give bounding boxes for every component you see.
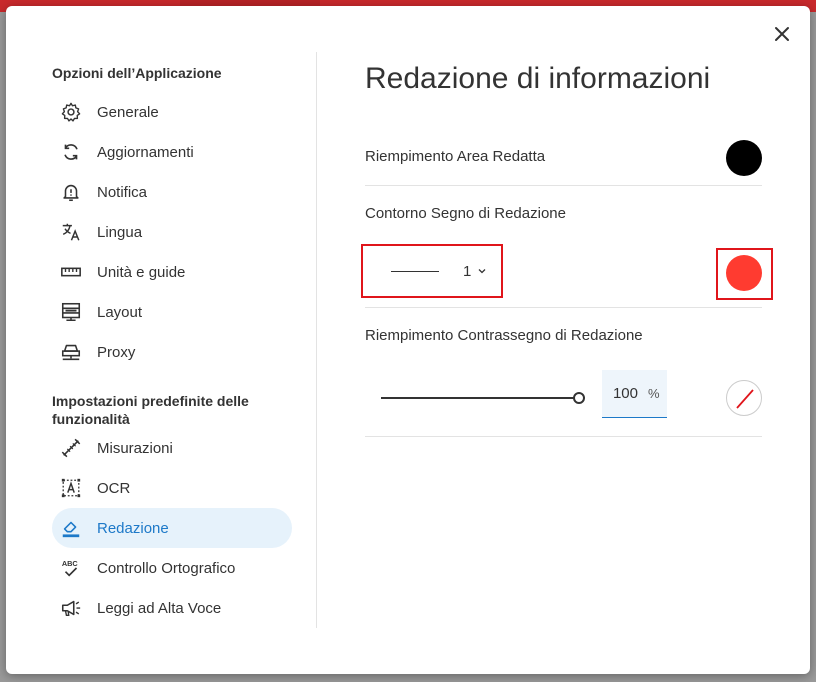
measure-icon	[60, 437, 82, 459]
spellcheck-icon: ABC	[60, 557, 82, 579]
sidebar-item-aggiornamenti[interactable]: Aggiornamenti	[52, 132, 292, 172]
eraser-icon	[60, 517, 82, 539]
sidebar-item-label: Aggiornamenti	[97, 143, 194, 161]
sidebar-item-ocr[interactable]: OCR	[52, 468, 292, 508]
sidebar-item-label: Unità e guide	[97, 263, 186, 281]
sidebar-item-label: Proxy	[97, 343, 136, 361]
layout-icon	[60, 301, 82, 323]
opacity-field: %	[602, 370, 667, 418]
mark-fill-color-swatch[interactable]	[726, 380, 762, 416]
stroke-width-value: 1	[463, 262, 472, 280]
translate-icon	[60, 221, 82, 243]
mark-fill-label: Riempimento Contrassegno di Redazione	[365, 327, 643, 344]
svg-text:ABC: ABC	[62, 559, 79, 568]
sidebar-item-redazione[interactable]: Redazione	[52, 508, 292, 548]
sidebar-item-label: Leggi ad Alta Voce	[97, 599, 222, 617]
bell-icon	[60, 181, 82, 203]
opacity-unit: %	[648, 386, 660, 401]
sidebar-item-label: Lingua	[97, 223, 143, 241]
ruler-icon	[60, 261, 82, 283]
sidebar-item-unita-e-guide[interactable]: Unità e guide	[52, 252, 292, 292]
gear-icon	[60, 101, 82, 123]
sidebar-item-leggi-ad-alta-voce[interactable]: Leggi ad Alta Voce	[52, 588, 292, 628]
sidebar-item-label: Redazione	[97, 519, 169, 537]
ocr-icon	[60, 477, 82, 499]
close-icon	[775, 27, 789, 41]
outline-label: Contorno Segno di Redazione	[365, 205, 566, 222]
sidebar-item-lingua[interactable]: Lingua	[52, 212, 292, 252]
opacity-input[interactable]	[602, 385, 638, 402]
sidebar-item-label: OCR	[97, 479, 131, 497]
opacity-slider-thumb[interactable]	[573, 392, 585, 404]
page-title: Redazione di informazioni	[365, 62, 711, 95]
opacity-slider[interactable]	[381, 390, 585, 406]
row-divider	[365, 436, 762, 437]
sidebar-item-label: Generale	[97, 103, 159, 121]
sidebar-item-label: Layout	[97, 303, 143, 321]
section-title-feature-defaults: Impostazioni predefinite delle funzional…	[52, 393, 249, 427]
sidebar-item-misurazioni[interactable]: Misurazioni	[52, 428, 292, 468]
stroke-preview-line	[391, 270, 439, 272]
row-divider	[365, 185, 762, 186]
chevron-down-icon	[477, 266, 487, 276]
sidebar-item-proxy[interactable]: Proxy	[52, 332, 292, 372]
sidebar-item-notifica[interactable]: Notifica	[52, 172, 292, 212]
sync-icon	[60, 141, 82, 163]
section-title-app-options: Opzioni dell’Applicazione	[52, 65, 222, 81]
sidebar-item-label: Misurazioni	[97, 439, 173, 457]
fill-area-label: Riempimento Area Redatta	[365, 148, 546, 165]
sidebar-item-generale[interactable]: Generale	[52, 92, 292, 132]
sidebar-divider	[316, 52, 317, 628]
fill-color-swatch[interactable]	[726, 140, 762, 176]
sidebar-item-layout[interactable]: Layout	[52, 292, 292, 332]
no-color-icon	[736, 389, 754, 409]
settings-dialog: Opzioni dell’Applicazione Generale Aggio…	[6, 6, 810, 674]
sidebar-item-label: Notifica	[97, 183, 148, 201]
sidebar-item-label: Controllo Ortografico	[97, 559, 236, 577]
proxy-icon	[60, 341, 82, 363]
megaphone-icon	[60, 597, 82, 619]
sidebar-item-controllo-ortografico[interactable]: ABC Controllo Ortografico	[52, 548, 292, 588]
opacity-slider-track	[381, 397, 575, 399]
close-button[interactable]	[770, 22, 794, 46]
outline-color-swatch[interactable]	[726, 255, 762, 291]
row-divider	[365, 307, 762, 308]
stroke-width-select[interactable]: 1	[361, 244, 503, 298]
